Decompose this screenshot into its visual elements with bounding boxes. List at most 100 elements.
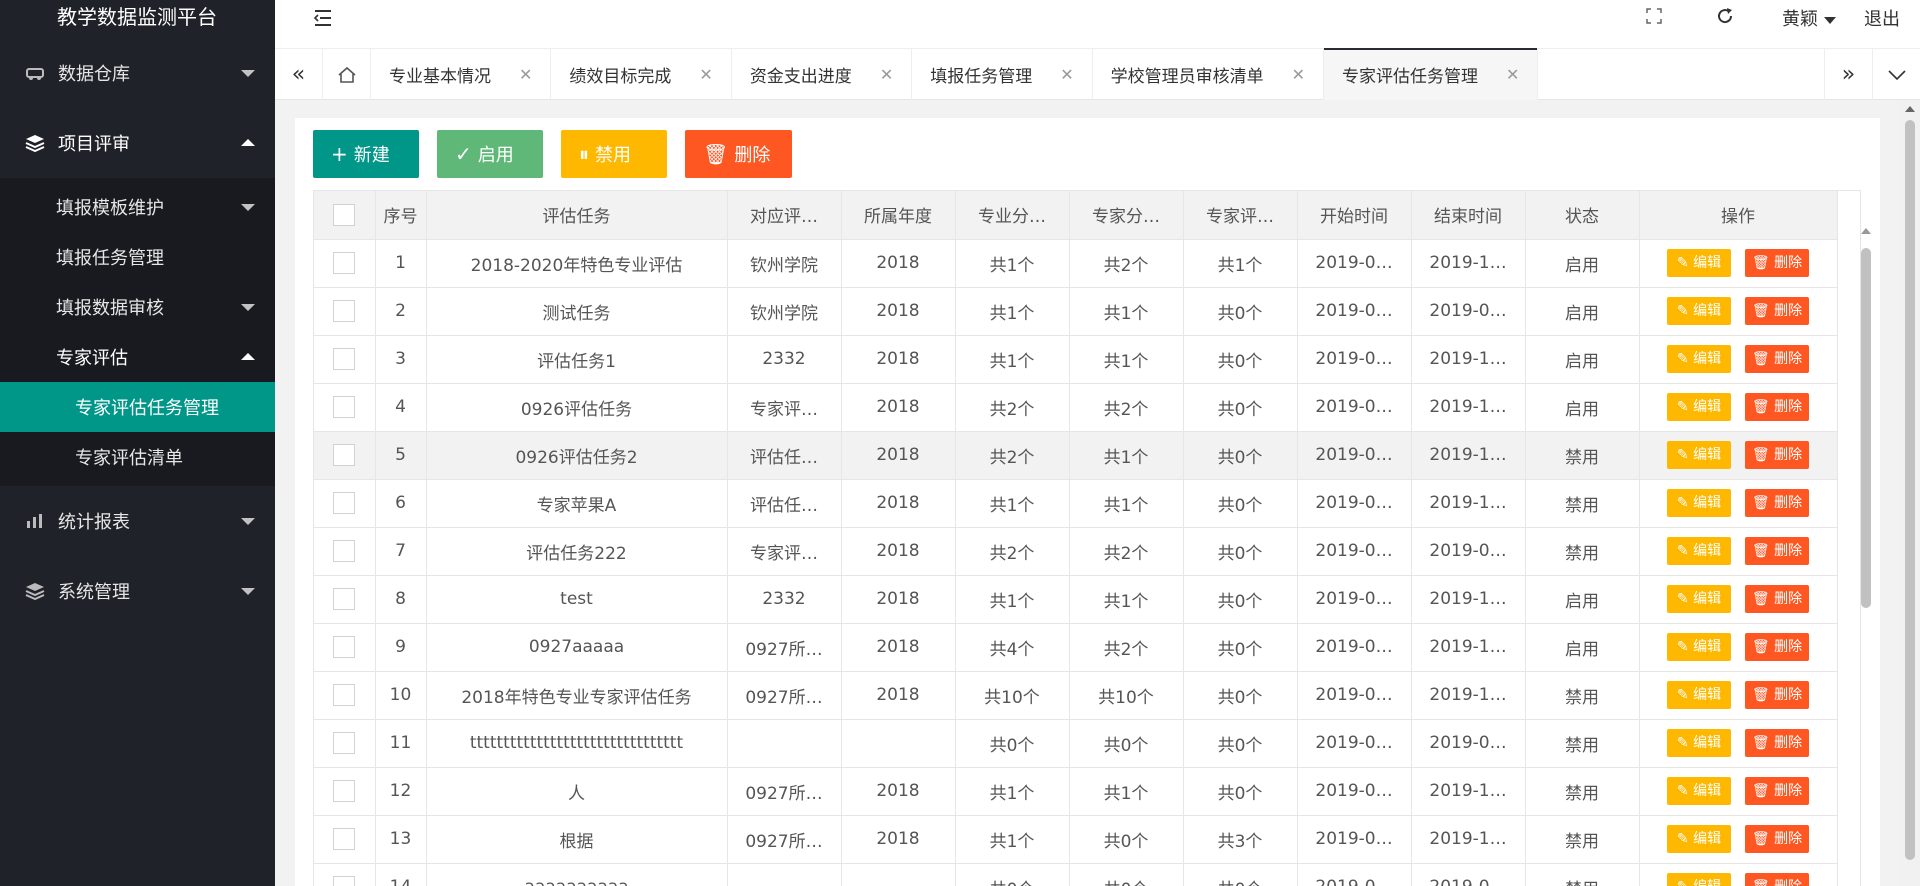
sidebar-item-system[interactable]: 系统管理 (0, 556, 275, 626)
edit-button[interactable]: ✎ 编辑 (1667, 825, 1731, 853)
sidebar-item-data-warehouse[interactable]: 数据仓库 (0, 38, 275, 108)
row-checkbox[interactable] (314, 863, 376, 886)
user-menu[interactable]: 黄颖 (1782, 5, 1836, 31)
table-row[interactable]: 3 评估任务1 2332 2018 共1个 共1个 共0个 2019-0… 2019-1… 启用 ✎… (314, 335, 1838, 384)
table-row[interactable]: 6 专家苹果A 评估任… 2018 共1个 共1个 共0个 2019-0… 2019-1… 禁用 ✎… (314, 479, 1838, 528)
tab-fund-progress[interactable]: 资金支出进度 ✕ (732, 49, 913, 100)
disable-button[interactable]: ⏸ 禁用 (561, 130, 667, 178)
tabs-scroll-right-icon[interactable]: » (1824, 49, 1872, 100)
close-icon[interactable]: ✕ (1292, 65, 1305, 84)
select-all-checkbox[interactable] (314, 191, 376, 240)
row-checkbox[interactable] (314, 287, 376, 336)
table-row[interactable]: 11 tttttttttttttttttttttttttttttttt 共0个 共0个… (314, 719, 1838, 768)
tab-school-admin-audit[interactable]: 学校管理员审核清单 ✕ (1093, 49, 1325, 100)
edit-button[interactable]: ✎ 编辑 (1667, 297, 1731, 325)
delete-row-button[interactable]: 🗑 删除 (1745, 777, 1809, 805)
row-checkbox[interactable] (314, 623, 376, 672)
delete-row-button[interactable]: 🗑 删除 (1745, 393, 1809, 421)
delete-row-button[interactable]: 🗑 删除 (1745, 537, 1809, 565)
new-button[interactable]: + 新建 (313, 130, 419, 178)
tabs-menu-chevron-icon[interactable] (1872, 49, 1920, 100)
table-row[interactable]: 10 2018年特色专业专家评估任务 0927所… 2018 共10个 共10个 共0个 20… (314, 671, 1838, 720)
tab-expert-task-management[interactable]: 专家评估任务管理 ✕ (1324, 48, 1539, 100)
delete-row-button[interactable]: 🗑 删除 (1745, 441, 1809, 469)
scroll-thumb[interactable] (1861, 248, 1871, 608)
table-cell: 共1个 (1069, 431, 1184, 480)
row-checkbox[interactable] (314, 815, 376, 864)
table-row[interactable]: 5 0926评估任务2 评估任… 2018 共2个 共1个 共0个 2019-0… 2019-1… (314, 431, 1838, 480)
sidebar-item-expert-task-management[interactable]: 专家评估任务管理 (0, 382, 275, 432)
table-row[interactable]: 14aaaaaaaaaa共0个共0个共0个2019-0…2019-0…禁用✎ 编… (314, 863, 1838, 886)
sidebar-item-project-review[interactable]: 项目评审 (0, 108, 275, 178)
delete-row-button[interactable]: 🗑 删除 (1745, 681, 1809, 709)
delete-row-button[interactable]: 🗑 删除 (1745, 873, 1809, 886)
page-scrollbar[interactable] (1900, 100, 1920, 886)
table-row[interactable]: 7 评估任务222 专家评… 2018 共2个 共2个 共0个 2019-0… 2019-0… 禁… (314, 527, 1838, 576)
menu-toggle-icon[interactable] (313, 8, 333, 33)
edit-button[interactable]: ✎ 编辑 (1667, 681, 1731, 709)
close-icon[interactable]: ✕ (699, 65, 712, 84)
close-icon[interactable]: ✕ (1506, 65, 1519, 84)
delete-row-button[interactable]: 🗑 删除 (1745, 729, 1809, 757)
row-checkbox[interactable] (314, 239, 376, 288)
home-icon[interactable] (323, 49, 371, 100)
scroll-up-icon[interactable] (1905, 106, 1915, 112)
close-icon[interactable]: ✕ (880, 65, 893, 84)
row-checkbox[interactable] (314, 383, 376, 432)
edit-button[interactable]: ✎ 编辑 (1667, 729, 1731, 757)
table-row[interactable]: 13 根据 0927所… 2018 共1个 共0个 共3个 2019-0… 2019-1… 禁用 ✎… (314, 815, 1838, 864)
delete-row-button[interactable]: 🗑 删除 (1745, 489, 1809, 517)
delete-row-button[interactable]: 🗑 删除 (1745, 633, 1809, 661)
table-row[interactable]: 1 2018-2020年特色专业评估 钦州学院 2018 共1个 共2个 共1个 2019-0… (314, 239, 1838, 288)
sidebar-item-statistics[interactable]: 统计报表 (0, 486, 275, 556)
delete-row-button[interactable]: 🗑 删除 (1745, 825, 1809, 853)
table-scrollbar[interactable] (1858, 178, 1874, 738)
table-cell: 启用 (1525, 575, 1640, 624)
edit-button[interactable]: ✎ 编辑 (1667, 537, 1731, 565)
table-row[interactable]: 12 人 0927所… 2018 共1个 共1个 共0个 2019-0… 2019-1… 禁用 ✎ … (314, 767, 1838, 816)
edit-button[interactable]: ✎ 编辑 (1667, 585, 1731, 613)
tab-fill-task-management[interactable]: 填报任务管理 ✕ (912, 49, 1093, 100)
row-checkbox[interactable] (314, 719, 376, 768)
row-checkbox[interactable] (314, 671, 376, 720)
table-row[interactable]: 2 测试任务 钦州学院 2018 共1个 共1个 共0个 2019-0… 2019-0… 启用 ✎ … (314, 287, 1838, 336)
tabs-scroll-left-icon[interactable]: « (275, 49, 323, 100)
edit-button[interactable]: ✎ 编辑 (1667, 441, 1731, 469)
scroll-thumb[interactable] (1905, 120, 1915, 860)
edit-button[interactable]: ✎ 编辑 (1667, 249, 1731, 277)
row-checkbox[interactable] (314, 335, 376, 384)
sidebar-item-expert-evaluation-list[interactable]: 专家评估清单 (0, 432, 275, 482)
sidebar-item-fill-data-audit[interactable]: 填报数据审核 (0, 282, 275, 332)
edit-button[interactable]: ✎ 编辑 (1667, 489, 1731, 517)
delete-row-button[interactable]: 🗑 删除 (1745, 585, 1809, 613)
sidebar-item-template-maintenance[interactable]: 填报模板维护 (0, 182, 275, 232)
row-checkbox[interactable] (314, 527, 376, 576)
row-checkbox[interactable] (314, 431, 376, 480)
sidebar-item-fill-task-management[interactable]: 填报任务管理 (0, 232, 275, 282)
row-checkbox[interactable] (314, 575, 376, 624)
table-row[interactable]: 4 0926评估任务 专家评… 2018 共2个 共2个 共0个 2019-0… 2019-1…… (314, 383, 1838, 432)
scroll-up-icon[interactable] (1861, 228, 1871, 234)
delete-button[interactable]: 🗑 删除 (685, 130, 792, 178)
close-icon[interactable]: ✕ (519, 65, 532, 84)
row-checkbox[interactable] (314, 479, 376, 528)
tab-major-basics[interactable]: 专业基本情况 ✕ (371, 49, 552, 100)
tab-performance-goals[interactable]: 绩效目标完成 ✕ (551, 49, 732, 100)
sidebar-item-expert-evaluation[interactable]: 专家评估 (0, 332, 275, 382)
refresh-icon[interactable] (1716, 7, 1734, 30)
edit-button[interactable]: ✎ 编辑 (1667, 777, 1731, 805)
delete-row-button[interactable]: 🗑 删除 (1745, 297, 1809, 325)
logout-link[interactable]: 退出 (1864, 5, 1900, 31)
edit-button[interactable]: ✎ 编辑 (1667, 633, 1731, 661)
delete-row-button[interactable]: 🗑 删除 (1745, 249, 1809, 277)
row-checkbox[interactable] (314, 767, 376, 816)
edit-button[interactable]: ✎ 编辑 (1667, 345, 1731, 373)
close-icon[interactable]: ✕ (1060, 65, 1073, 84)
delete-row-button[interactable]: 🗑 删除 (1745, 345, 1809, 373)
fullscreen-icon[interactable] (1646, 7, 1662, 29)
enable-button[interactable]: ✓ 启用 (437, 130, 543, 178)
edit-button[interactable]: ✎ 编辑 (1667, 873, 1731, 886)
table-row[interactable]: 8 test 2332 2018 共1个 共1个 共0个 2019-0… 2019-1… 启用 ✎ … (314, 575, 1838, 624)
edit-button[interactable]: ✎ 编辑 (1667, 393, 1731, 421)
table-row[interactable]: 9 0927aaaaa 0927所… 2018 共4个 共2个 共0个 2019-0… 2019… (314, 623, 1838, 672)
